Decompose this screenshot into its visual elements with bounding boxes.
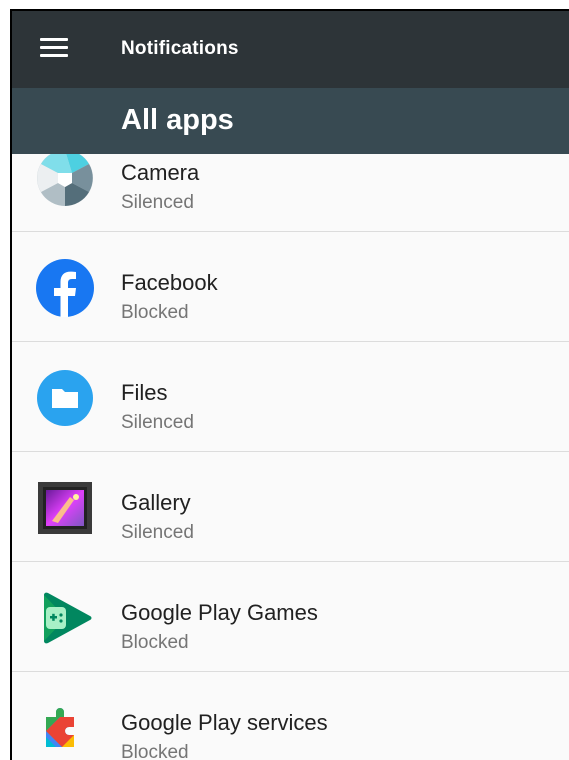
- google-play-services-icon: [36, 699, 94, 757]
- subheader: All apps: [12, 88, 569, 154]
- list-item-google-play-services[interactable]: Google Play services Blocked: [12, 672, 569, 760]
- toolbar-title: Notifications: [121, 38, 239, 59]
- app-name: Files: [121, 380, 168, 405]
- app-name: Facebook: [121, 270, 218, 295]
- app-status: Blocked: [121, 742, 189, 760]
- app-name: Google Play services: [121, 710, 328, 735]
- app-name: Gallery: [121, 490, 191, 515]
- app-name: Google Play Games: [121, 600, 318, 625]
- camera-icon: [36, 154, 94, 207]
- list-item-files[interactable]: Files Silenced: [12, 342, 569, 452]
- list-item-camera[interactable]: Camera Silenced: [12, 154, 569, 232]
- toolbar: Notifications: [12, 11, 569, 88]
- app-status: Silenced: [121, 522, 194, 543]
- google-play-games-icon: [36, 589, 94, 647]
- app-status: Blocked: [121, 302, 189, 323]
- app-frame: Notifications All apps Camera Silenced F…: [10, 9, 569, 760]
- app-status: Silenced: [121, 412, 194, 433]
- app-name: Camera: [121, 160, 200, 185]
- list-item-facebook[interactable]: Facebook Blocked: [12, 232, 569, 342]
- app-status: Silenced: [121, 192, 194, 213]
- subheader-title: All apps: [121, 104, 234, 136]
- list-item-gallery[interactable]: Gallery Silenced: [12, 452, 569, 562]
- hamburger-menu-icon[interactable]: [40, 38, 68, 58]
- app-status: Blocked: [121, 632, 189, 653]
- facebook-icon: [36, 259, 94, 317]
- list-item-google-play-games[interactable]: Google Play Games Blocked: [12, 562, 569, 672]
- app-list[interactable]: Camera Silenced Facebook Blocked Files S…: [12, 154, 569, 760]
- files-icon: [36, 369, 94, 427]
- gallery-icon: [36, 479, 94, 537]
